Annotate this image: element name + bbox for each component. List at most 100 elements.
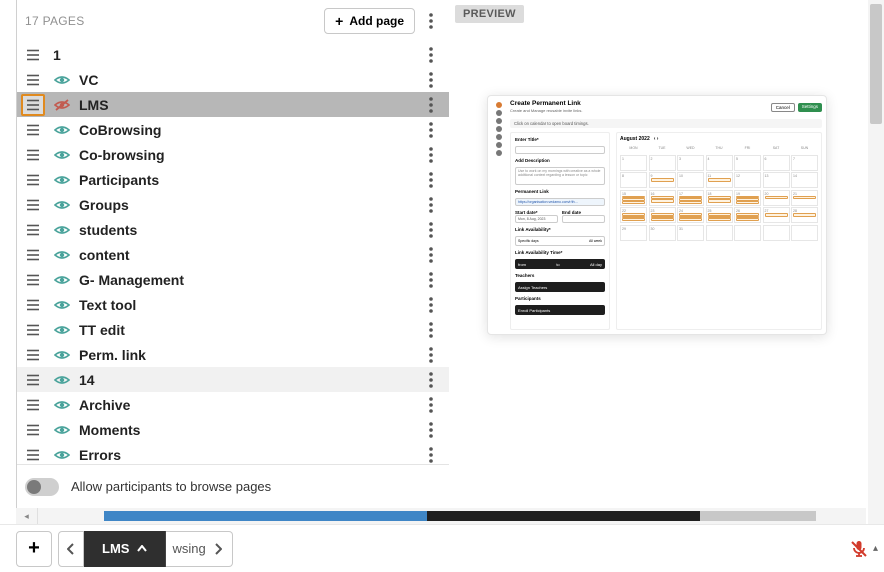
drag-handle-icon[interactable] bbox=[21, 344, 45, 366]
pages-count-label: 17 PAGES bbox=[25, 14, 85, 28]
page-row-kebab[interactable] bbox=[421, 68, 441, 92]
drag-handle-icon[interactable] bbox=[21, 369, 45, 391]
drag-handle-icon[interactable] bbox=[21, 119, 45, 141]
page-row-kebab[interactable] bbox=[421, 293, 441, 317]
pv-cal-dow: MON bbox=[620, 145, 647, 153]
add-tab-button[interactable]: + bbox=[16, 531, 52, 567]
pages-list: 1VCLMSCoBrowsingCo-browsingParticipantsG… bbox=[17, 42, 449, 464]
drag-handle-icon[interactable] bbox=[21, 269, 45, 291]
tab-prev-button[interactable] bbox=[58, 531, 84, 567]
page-row-kebab[interactable] bbox=[421, 368, 441, 392]
page-row-kebab[interactable] bbox=[421, 93, 441, 117]
eye-visible-icon[interactable] bbox=[53, 196, 71, 214]
page-row[interactable]: students bbox=[17, 217, 449, 242]
page-row[interactable]: Archive bbox=[17, 392, 449, 417]
page-row-kebab[interactable] bbox=[421, 218, 441, 242]
vertical-scrollbar[interactable] bbox=[868, 0, 884, 524]
page-label: LMS bbox=[79, 97, 413, 113]
pages-menu-kebab[interactable] bbox=[421, 9, 441, 33]
eye-visible-icon[interactable] bbox=[53, 421, 71, 439]
eye-visible-icon[interactable] bbox=[53, 296, 71, 314]
pv-cal-day: 1 bbox=[620, 155, 647, 171]
drag-handle-icon[interactable] bbox=[21, 244, 45, 266]
page-row-kebab[interactable] bbox=[421, 443, 441, 465]
eye-visible-icon[interactable] bbox=[53, 371, 71, 389]
add-page-label: Add page bbox=[349, 14, 404, 28]
page-row[interactable]: Moments bbox=[17, 417, 449, 442]
page-row[interactable]: Errors bbox=[17, 442, 449, 464]
drag-handle-icon[interactable] bbox=[21, 69, 45, 91]
page-row-kebab[interactable] bbox=[421, 393, 441, 417]
page-row-kebab[interactable] bbox=[421, 143, 441, 167]
drag-handle-icon[interactable] bbox=[21, 219, 45, 241]
timeline-bar[interactable]: ◂ bbox=[16, 508, 866, 524]
pv-cal-day: 27 bbox=[763, 207, 790, 223]
pv-cal-day: 6 bbox=[763, 155, 790, 171]
eye-visible-icon[interactable] bbox=[53, 121, 71, 139]
eye-visible-icon[interactable] bbox=[53, 146, 71, 164]
tab-next-label: wsing bbox=[172, 541, 205, 556]
tab-next-partial[interactable]: wsing bbox=[166, 531, 232, 567]
page-row[interactable]: Participants bbox=[17, 167, 449, 192]
drag-handle-icon[interactable] bbox=[21, 419, 45, 441]
drag-handle-icon[interactable] bbox=[21, 144, 45, 166]
chevron-up-icon bbox=[137, 545, 147, 552]
page-row[interactable]: content bbox=[17, 242, 449, 267]
page-row[interactable]: G- Management bbox=[17, 267, 449, 292]
timeline-scroll-left[interactable]: ◂ bbox=[16, 508, 38, 524]
eye-visible-icon[interactable] bbox=[53, 396, 71, 414]
page-row-kebab[interactable] bbox=[421, 193, 441, 217]
page-row[interactable]: 14 bbox=[17, 367, 449, 392]
drag-handle-icon[interactable] bbox=[21, 444, 45, 465]
eye-visible-icon[interactable] bbox=[53, 346, 71, 364]
eye-visible-icon[interactable] bbox=[53, 446, 71, 464]
drag-handle-icon[interactable] bbox=[21, 319, 45, 341]
preview-title: Create Permanent Link bbox=[510, 100, 583, 107]
allow-browse-toggle[interactable] bbox=[25, 478, 59, 496]
pv-cal-day: 22 bbox=[620, 207, 647, 223]
page-row-kebab[interactable] bbox=[421, 118, 441, 142]
page-row[interactable]: Perm. link bbox=[17, 342, 449, 367]
plus-icon: + bbox=[335, 14, 343, 28]
preview-cancel-button: Cancel bbox=[771, 103, 795, 112]
page-row[interactable]: Text tool bbox=[17, 292, 449, 317]
mic-options-caret[interactable]: ▴ bbox=[873, 543, 878, 554]
eye-visible-icon[interactable] bbox=[53, 271, 71, 289]
page-label: G- Management bbox=[79, 272, 413, 288]
page-row[interactable]: CoBrowsing bbox=[17, 117, 449, 142]
page-row[interactable]: VC bbox=[17, 67, 449, 92]
pv-cal-day: 4 bbox=[706, 155, 733, 171]
page-row-kebab[interactable] bbox=[421, 418, 441, 442]
pv-cal-day: 8 bbox=[620, 172, 647, 188]
page-row-kebab[interactable] bbox=[421, 268, 441, 292]
mic-muted-icon[interactable] bbox=[849, 539, 869, 559]
page-row[interactable]: Co-browsing bbox=[17, 142, 449, 167]
add-page-button[interactable]: + Add page bbox=[324, 8, 415, 34]
page-row[interactable]: TT edit bbox=[17, 317, 449, 342]
page-row[interactable]: Groups bbox=[17, 192, 449, 217]
page-row-kebab[interactable] bbox=[421, 243, 441, 267]
eye-visible-icon[interactable] bbox=[53, 321, 71, 339]
page-row[interactable]: LMS bbox=[17, 92, 449, 117]
drag-handle-icon[interactable] bbox=[21, 44, 45, 66]
pv-start-value: Mon, 8 Aug, 2023 bbox=[515, 215, 558, 223]
tab-current[interactable]: LMS bbox=[84, 531, 166, 567]
drag-handle-icon[interactable] bbox=[21, 294, 45, 316]
eye-visible-icon[interactable] bbox=[53, 171, 71, 189]
preview-save-button: Settings bbox=[798, 103, 822, 112]
page-row-kebab[interactable] bbox=[421, 43, 441, 67]
drag-handle-icon[interactable] bbox=[21, 94, 45, 116]
drag-handle-icon[interactable] bbox=[21, 169, 45, 191]
drag-handle-icon[interactable] bbox=[21, 394, 45, 416]
drag-handle-icon[interactable] bbox=[21, 194, 45, 216]
eye-hidden-icon[interactable] bbox=[53, 96, 71, 114]
eye-visible-icon[interactable] bbox=[53, 221, 71, 239]
page-row-kebab[interactable] bbox=[421, 343, 441, 367]
pv-cal-day: 20 bbox=[763, 190, 790, 206]
page-row[interactable]: 1 bbox=[17, 42, 449, 67]
eye-visible-icon[interactable] bbox=[53, 246, 71, 264]
page-row-kebab[interactable] bbox=[421, 168, 441, 192]
page-label: Text tool bbox=[79, 297, 413, 313]
eye-visible-icon[interactable] bbox=[53, 71, 71, 89]
page-row-kebab[interactable] bbox=[421, 318, 441, 342]
